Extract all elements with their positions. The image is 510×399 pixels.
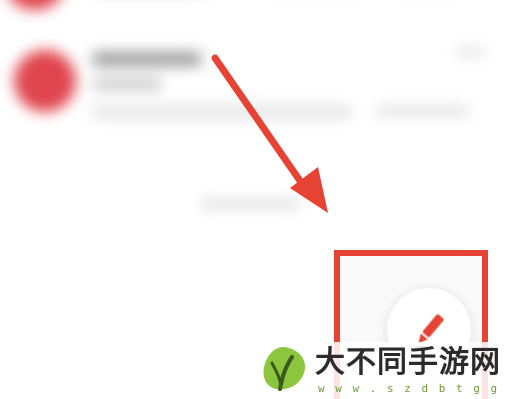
leaf-logo-icon bbox=[263, 347, 306, 391]
app-screen: 大不同手游网 w w w . s z d b t g g . c o m bbox=[0, 0, 510, 399]
watermark-url: w w w . s z d b t g g . c o m bbox=[318, 382, 510, 395]
watermark-title: 大不同手游网 bbox=[315, 345, 501, 380]
